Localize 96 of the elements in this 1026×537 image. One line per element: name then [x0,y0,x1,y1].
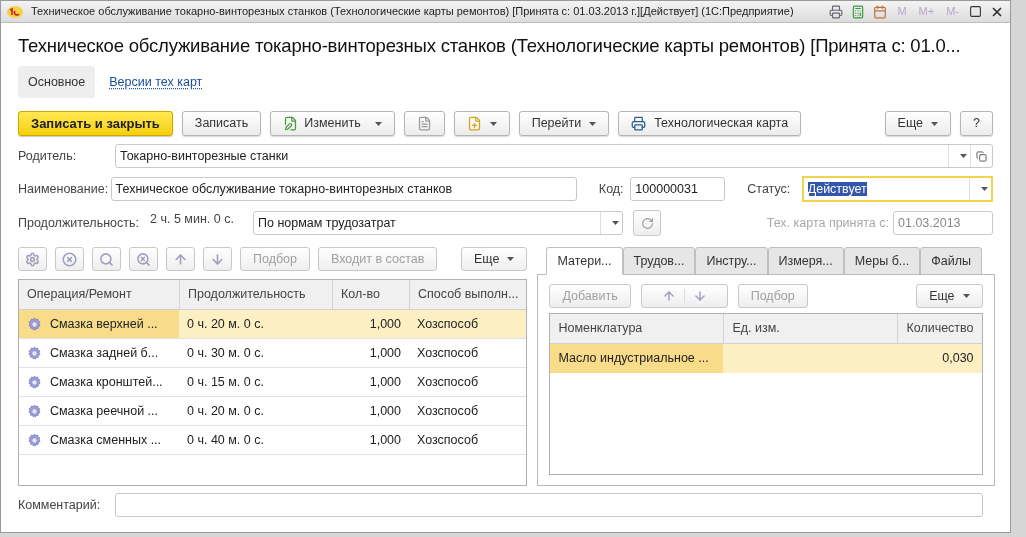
table-cell-text: 0 ч. 40 м. 0 с. [186,431,265,449]
field-label: Статус: [747,180,792,198]
field-label: Родитель: [18,147,78,165]
table-cell-text: Смазка задней б... [50,344,159,362]
tab[interactable]: Инстру... [695,247,768,275]
table-cell-text: 0 ч. 30 м. 0 с. [186,344,265,362]
document-button[interactable] [403,111,445,136]
printer-icon [631,116,647,131]
name-field[interactable]: Техническое обслуживание токарно-винторезных станков [110,177,577,201]
edit-icon [283,116,299,131]
table-cell-text: Смазка кронштей... [50,373,163,391]
table-cell-text: 0 ч. 15 м. 0 с. [186,373,265,391]
maximize-icon [969,5,982,18]
gear-icon [27,432,42,448]
section-link[interactable]: Основное [18,66,96,98]
edit-menu-button[interactable]: Изменить [270,111,395,136]
refresh-icon [640,216,654,230]
table-cell: Масло индустриальное ... [550,344,724,373]
table-row[interactable]: Масло индустриальное ... 0,030 [550,344,982,373]
field-label: Тех. карта принята с: [766,214,889,232]
menu-button[interactable]: Перейти [518,111,610,136]
caret-icon [612,221,619,225]
table-cell-text: Смазка верхней ... [50,315,158,333]
app-logo-icon [7,5,23,18]
column-header[interactable]: Количество [897,314,982,343]
table-cell-text: Хозспособ [416,373,480,391]
document-icon [416,116,432,131]
code-field[interactable]: 100000031 [630,177,726,201]
table-cell-text: Хозспособ [416,344,480,362]
table-cell-text: 1,000 [368,344,402,362]
comment-field[interactable] [115,493,983,517]
gear-icon [27,316,42,332]
field-label: Наименование: [18,180,110,198]
table-cell-text: 1,000 [368,315,402,333]
tab[interactable]: Трудов... [622,247,696,275]
table-cell-text: 1,000 [368,431,402,449]
menu-button[interactable]: Еще [884,111,952,136]
tab[interactable]: Матери... [546,247,623,275]
column-header[interactable]: Ед. изм. [723,314,898,343]
column-header[interactable]: Продолжительность [179,280,332,309]
caret-icon [589,121,597,126]
table-cell-text: 0 ч. 20 м. 0 с. [186,315,265,333]
calendar-icon [873,4,888,19]
calculator-icon [851,4,866,19]
table-cell-text: 0,030 [941,350,975,368]
create-menu-button[interactable] [453,111,510,136]
table-cell-text: Хозспособ [416,315,480,333]
duration-value: 2 ч. 5 мин. 0 с. [150,210,235,228]
tab[interactable]: Измеря... [767,247,844,275]
column-header[interactable]: Способ выполн... [409,280,527,309]
window-title: Техническое обслуживание токарно-винторезных станков (Технологические карты ремонтов) [Принята с: 01.03.2013 г.][Действует] (1С:Предприятие) [31,4,794,20]
caret-icon [374,121,382,126]
table-cell-text: Хозспособ [416,431,480,449]
tab[interactable]: Файлы [920,247,982,275]
field-label: Комментарий: [18,496,102,514]
new-document-icon [466,116,482,131]
more-menu-button[interactable]: Еще [461,247,528,271]
duration-mode-field[interactable]: По нормам трудозатрат [253,211,623,235]
caret-icon [981,187,988,191]
caret-icon [962,294,970,298]
table-row[interactable]: Смазка верхней ... 0 ч. 20 м. 0 с. 1,000 Хозспособ [19,310,527,339]
toolbar-button[interactable]: ? [960,111,993,136]
table-cell-text: Хозспособ [416,402,480,420]
form-heading: Техническое обслуживание токарно-винторезных станков (Технологические карты ремонтов) [Принята с: 01.0... [18,34,961,58]
table-cell-text: 1,000 [368,402,402,420]
caret-icon [507,257,515,261]
caret-icon [489,121,497,126]
field-label: Продолжительность: [18,214,140,232]
caret-icon [960,154,967,158]
delete-icon [62,251,77,267]
column-header[interactable]: Кол-во [332,280,409,309]
table-cell-text: 1,000 [368,373,402,391]
table-cell-text: Смазка реечной ... [50,402,158,420]
column-header[interactable]: Номенклатура [550,314,724,343]
toolbar-button[interactable]: Записать [181,111,262,136]
field-label: Код: [598,180,625,198]
tab[interactable]: Меры б... [843,247,921,275]
gear-icon [27,403,42,419]
refresh-button[interactable] [633,210,661,236]
table-cell-text: 0 ч. 20 м. 0 с. [186,402,265,420]
parent-field[interactable]: Токарно-винторезные станки [115,144,993,168]
section-link[interactable]: Версии тех карт [99,66,213,98]
gear-icon [25,251,40,267]
printer-icon [829,4,844,19]
down-arrow-icon [210,251,225,267]
gear-icon [27,345,42,361]
table-cell-text: Смазка сменных ... [50,431,162,449]
search-icon [99,251,114,267]
caret-icon [931,121,939,126]
print-button[interactable]: Технологическая карта [618,111,802,136]
status-field[interactable]: Действует [801,176,993,202]
more-menu-button[interactable]: Еще [916,284,983,308]
save-and-close-button[interactable]: Записать и закрыть [18,111,173,136]
column-header[interactable]: Операция/Ремонт [19,280,179,309]
gear-icon [27,374,42,390]
search-clear-icon [136,251,151,267]
